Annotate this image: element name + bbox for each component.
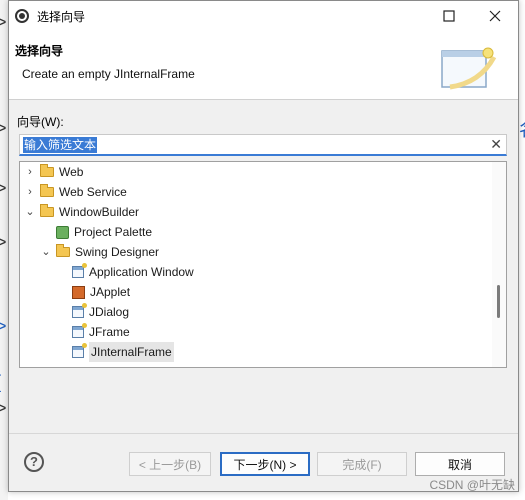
tree-item-label: Project Palette — [74, 225, 153, 239]
background-glyph: > — [0, 118, 7, 138]
new-wizard-banner-icon — [441, 47, 497, 90]
wizard-dialog: 选择向导 选择向导 Create an empty JInternalFrame… — [8, 0, 519, 492]
background-glyph: [ — [0, 372, 1, 393]
collapse-chevron-icon[interactable]: ⌄ — [40, 242, 52, 262]
finish-button[interactable]: 完成(F) — [317, 452, 407, 476]
tree-item-label: WindowBuilder — [59, 205, 140, 219]
tree-item-label: Swing Designer — [75, 245, 160, 259]
title-bar[interactable]: 选择向导 — [9, 1, 518, 31]
background-glyph: > — [0, 12, 7, 32]
background-glyph: > — [0, 178, 7, 198]
applet-icon — [72, 285, 85, 299]
window-controls — [426, 1, 518, 31]
tree-item-swing-designer[interactable]: ⌄ Swing Designer — [40, 242, 159, 262]
tree-item-web-service[interactable]: › Web Service — [24, 182, 127, 202]
tree-item-label: JDialog — [89, 305, 130, 319]
wizard-tree[interactable]: › Web › Web Service ⌄ WindowBuilder Proj… — [19, 161, 507, 368]
tree-item-jinternalframe[interactable]: JInternalFrame — [68, 342, 174, 362]
tree-item-application-window[interactable]: Application Window — [68, 262, 194, 282]
tree-item-label: JFrame — [89, 325, 130, 339]
folder-open-icon — [40, 204, 54, 217]
background-glyph: > — [0, 316, 7, 336]
filter-field[interactable]: 输入筛选文本 ✕ — [19, 134, 507, 156]
tree-item-label: Web — [59, 165, 84, 179]
new-internal-frame-icon — [72, 343, 87, 358]
expand-chevron-icon[interactable]: › — [24, 182, 36, 202]
tree-item-web[interactable]: › Web — [24, 162, 83, 182]
wizard-description: Create an empty JInternalFrame — [22, 67, 195, 81]
collapse-chevron-icon[interactable]: ⌄ — [24, 202, 36, 222]
scrollbar-thumb[interactable] — [497, 285, 500, 318]
maximize-button[interactable] — [426, 1, 472, 31]
window-title: 选择向导 — [37, 9, 86, 24]
tree-item-label: JInternalFrame — [89, 342, 174, 362]
filter-label: 向导(W): — [17, 115, 64, 129]
new-window-icon — [72, 263, 87, 278]
tree-item-project-palette[interactable]: Project Palette — [52, 222, 152, 242]
wizard-header: 选择向导 Create an empty JInternalFrame — [9, 31, 518, 100]
wizard-title: 选择向导 — [15, 44, 64, 58]
maximize-icon — [443, 10, 455, 22]
expand-chevron-icon[interactable]: › — [24, 162, 36, 182]
tree-item-label: JApplet — [90, 285, 131, 299]
close-button[interactable] — [472, 1, 518, 31]
filter-input[interactable]: 输入筛选文本 — [23, 137, 98, 153]
tree-item-japplet[interactable]: JApplet — [68, 282, 130, 302]
help-icon[interactable]: ? — [24, 452, 44, 472]
next-button[interactable]: 下一步(N) > — [220, 452, 310, 476]
close-icon — [489, 10, 501, 22]
palette-icon — [56, 225, 69, 239]
footer-divider — [9, 433, 518, 434]
background-glyph: > — [0, 398, 7, 418]
background-right-glyph: 名 — [519, 116, 525, 142]
tree-scrollbar[interactable] — [492, 162, 506, 367]
cancel-button[interactable]: 取消 — [415, 452, 505, 476]
folder-icon — [40, 164, 54, 177]
tree-item-jdialog[interactable]: JDialog — [68, 302, 129, 322]
tree-item-label: Application Window — [89, 265, 194, 279]
background-glyph: > — [0, 232, 7, 252]
new-dialog-icon — [72, 303, 87, 318]
tree-item-jframe[interactable]: JFrame — [68, 322, 130, 342]
watermark: CSDN @叶无缺 — [429, 478, 515, 492]
new-frame-icon — [72, 323, 87, 338]
tree-item-windowbuilder[interactable]: ⌄ WindowBuilder — [24, 202, 139, 222]
back-button[interactable]: < 上一步(B) — [129, 452, 211, 476]
folder-open-icon — [56, 244, 70, 257]
folder-icon — [40, 184, 54, 197]
clear-filter-icon[interactable]: ✕ — [490, 136, 502, 153]
tree-item-label: Web Service — [59, 185, 127, 199]
eclipse-app-icon — [15, 9, 29, 23]
